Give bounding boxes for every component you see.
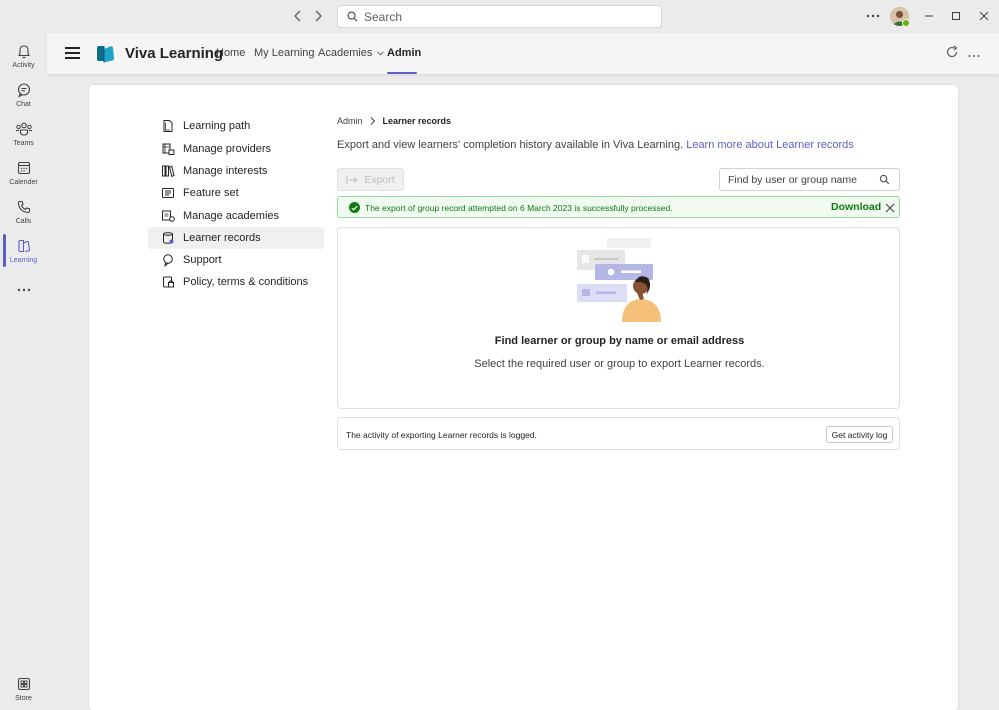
empty-state-panel: Find learner or group by name or email a…	[337, 227, 900, 409]
providers-icon	[160, 141, 176, 157]
rail-label: Learning	[9, 257, 38, 264]
back-arrow-icon[interactable]	[291, 9, 305, 23]
tab-academies[interactable]: Academies	[318, 47, 385, 59]
export-label: Export	[364, 173, 395, 186]
menu-item-label: Feature set	[183, 187, 239, 199]
rail-label: Teams	[13, 140, 34, 147]
activity-log-panel: The activity of exporting Learner record…	[337, 417, 900, 450]
maximize-icon[interactable]	[948, 6, 964, 26]
more-options-icon[interactable]	[864, 6, 882, 26]
rail-item-learning[interactable]: Learning	[0, 237, 47, 273]
tab-label: Academies	[318, 47, 373, 59]
close-window-icon[interactable]	[976, 6, 992, 26]
rail-item-calls[interactable]: Calls	[0, 198, 47, 234]
empty-state-illustration	[575, 236, 663, 322]
menu-item-manage-providers[interactable]: Manage providers	[148, 138, 324, 160]
get-activity-log-button[interactable]: Get activity log	[826, 426, 893, 443]
forward-arrow-icon[interactable]	[311, 9, 325, 23]
success-message-bar: The export of group record attempted on …	[337, 196, 900, 218]
admin-content-card: Learning path Manage providers Manage in…	[89, 85, 958, 710]
tab-my-learning[interactable]: My Learning	[254, 47, 315, 59]
menu-item-feature-set[interactable]: Feature set	[148, 182, 324, 204]
description-text: Export and view learners' completion his…	[337, 139, 684, 151]
title-bar: Search	[0, 0, 999, 33]
rail-item-teams[interactable]: Teams	[0, 120, 47, 156]
rail-label: Calender	[9, 179, 38, 186]
chat-icon	[14, 81, 34, 99]
menu-item-label: Policy, terms & conditions	[183, 276, 309, 288]
rail-item-store[interactable]: Store	[0, 675, 47, 710]
chevron-down-icon	[377, 50, 385, 56]
menu-item-manage-academies[interactable]: Manage academies	[148, 205, 324, 227]
menu-item-policy[interactable]: Policy, terms & conditions	[148, 271, 324, 293]
learn-more-link[interactable]: Learn more about Learner records	[686, 139, 854, 151]
hamburger-menu-icon[interactable]	[65, 47, 80, 59]
menu-item-learner-records[interactable]: Learner records	[148, 227, 324, 249]
tab-admin[interactable]: Admin	[387, 47, 421, 59]
rail-label: Store	[15, 695, 32, 702]
menu-item-label: Manage providers	[183, 143, 272, 155]
policy-icon	[160, 274, 176, 290]
download-link[interactable]: Download	[831, 201, 881, 213]
refresh-icon[interactable]	[944, 45, 960, 61]
bell-icon	[14, 42, 34, 60]
rail-label: Calls	[15, 218, 32, 225]
menu-item-label: Manage academies	[183, 210, 280, 222]
support-icon	[160, 252, 176, 268]
presence-available-icon	[902, 19, 910, 27]
search-icon	[347, 11, 358, 22]
menu-item-support[interactable]: Support	[148, 249, 324, 271]
app-title: Viva Learning	[125, 45, 224, 62]
page-description: Export and view learners' completion his…	[337, 139, 854, 151]
menu-item-label: Learner records	[183, 232, 261, 244]
menu-item-learning-path[interactable]: Learning path	[148, 115, 324, 137]
rail-item-calendar[interactable]: Calender	[0, 159, 47, 195]
menu-item-label: Manage interests	[183, 165, 268, 177]
rail-label: Activity	[12, 62, 35, 69]
find-user-group-input[interactable]: Find by user or group name	[719, 168, 900, 191]
menu-item-label: Support	[183, 254, 222, 266]
calendar-icon	[14, 159, 34, 177]
menu-item-manage-interests[interactable]: Manage interests	[148, 160, 324, 182]
empty-state-subtitle: Select the required user or group to exp…	[474, 358, 765, 370]
menu-item-label: Learning path	[183, 120, 251, 132]
minimize-icon[interactable]	[921, 6, 937, 26]
rail-label: Chat	[16, 101, 31, 108]
export-button[interactable]: Export	[337, 168, 404, 191]
checkmark-circle-icon	[349, 202, 360, 213]
dismiss-icon[interactable]	[884, 201, 896, 213]
viva-learning-logo	[95, 43, 116, 64]
empty-state-title: Find learner or group by name or email a…	[494, 335, 745, 347]
library-icon	[160, 163, 176, 179]
global-search-input[interactable]: Search	[337, 5, 662, 28]
academies-icon	[160, 208, 176, 224]
records-icon	[160, 230, 176, 246]
active-tab-indicator	[387, 72, 417, 74]
app-rail: Activity Chat Teams Calender Calls Learn…	[0, 33, 47, 710]
rail-item-chat[interactable]: Chat	[0, 81, 47, 117]
export-icon	[346, 175, 358, 184]
find-placeholder: Find by user or group name	[728, 173, 857, 186]
search-placeholder: Search	[364, 9, 403, 24]
search-icon	[879, 174, 890, 185]
activity-log-text: The activity of exporting Learner record…	[346, 430, 537, 440]
learning-icon	[14, 237, 34, 255]
breadcrumb: Admin Learner records	[337, 116, 451, 126]
phone-icon	[14, 198, 34, 216]
rail-item-activity[interactable]: Activity	[0, 42, 47, 78]
chevron-right-icon	[370, 117, 375, 125]
tab-home[interactable]: Home	[216, 47, 245, 59]
teams-icon	[14, 120, 34, 138]
more-apps-icon[interactable]	[0, 288, 47, 302]
feature-icon	[160, 185, 176, 201]
store-icon	[14, 675, 34, 693]
app-more-options-icon[interactable]	[966, 45, 982, 61]
breadcrumb-parent[interactable]: Admin	[337, 116, 363, 126]
breadcrumb-current: Learner records	[382, 116, 452, 126]
app-header: Viva Learning Home My Learning Academies…	[47, 33, 999, 75]
document-icon	[160, 118, 176, 134]
success-message: The export of group record attempted on …	[365, 203, 673, 213]
